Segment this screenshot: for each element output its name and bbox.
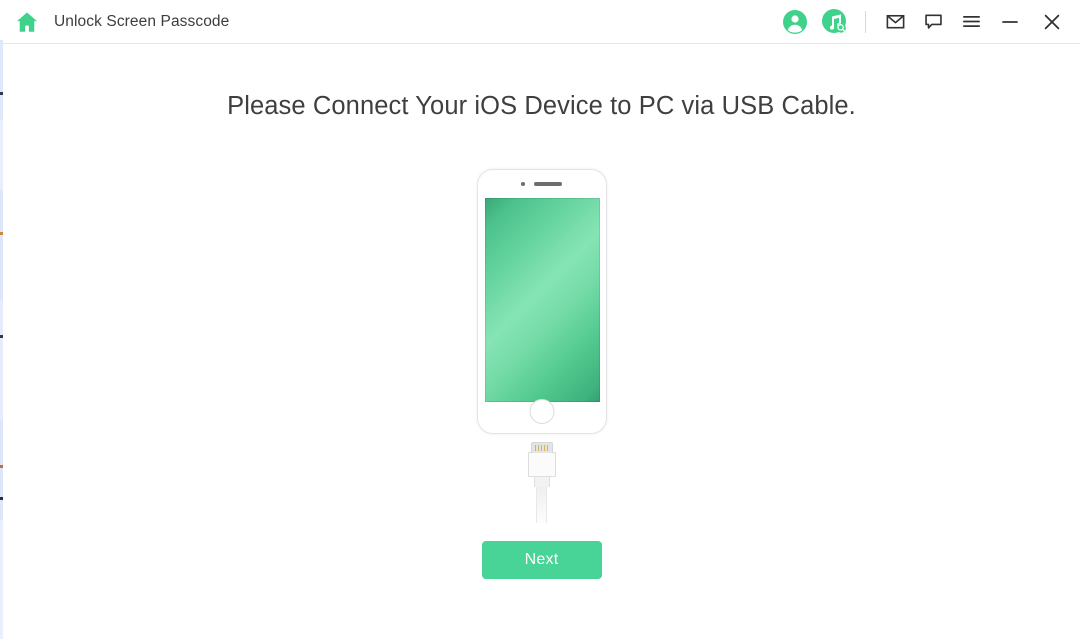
speaker-slot-icon: [534, 182, 562, 186]
mail-icon[interactable]: [876, 0, 914, 44]
connector-pin: [540, 445, 543, 451]
lightning-cable-illustration: [525, 442, 559, 523]
iphone-illustration: [476, 169, 607, 434]
titlebar: Unlock Screen Passcode: [3, 0, 1080, 44]
home-button-icon: [529, 399, 554, 424]
connector-pin: [543, 445, 546, 451]
minimize-icon[interactable]: [990, 0, 1030, 44]
connect-device-illustration: [442, 169, 642, 523]
phone-top-details: [478, 180, 606, 188]
titlebar-divider: [865, 10, 866, 33]
cable-connector-tip: [530, 442, 553, 453]
chat-icon[interactable]: [914, 0, 952, 44]
camera-dot-icon: [521, 182, 525, 186]
cable-shoulder: [533, 477, 550, 487]
titlebar-actions: [775, 0, 1080, 43]
home-icon[interactable]: [14, 9, 40, 35]
cable-connector-body: [527, 452, 556, 477]
page-title: Unlock Screen Passcode: [54, 12, 230, 30]
next-button[interactable]: Next: [481, 541, 602, 579]
music-search-icon[interactable]: [815, 0, 855, 44]
phone-screen: [484, 198, 600, 402]
connector-pin: [534, 445, 537, 451]
account-icon[interactable]: [775, 0, 815, 44]
cable-wire: [536, 487, 547, 523]
connector-pin: [546, 445, 549, 451]
connector-pin: [537, 445, 540, 451]
close-icon[interactable]: [1030, 0, 1074, 44]
headline: Please Connect Your iOS Device to PC via…: [227, 92, 856, 120]
main-content: Please Connect Your iOS Device to PC via…: [3, 44, 1080, 639]
menu-icon[interactable]: [952, 0, 990, 44]
app-window: Unlock Screen Passcode Please Connect Yo…: [3, 0, 1080, 639]
